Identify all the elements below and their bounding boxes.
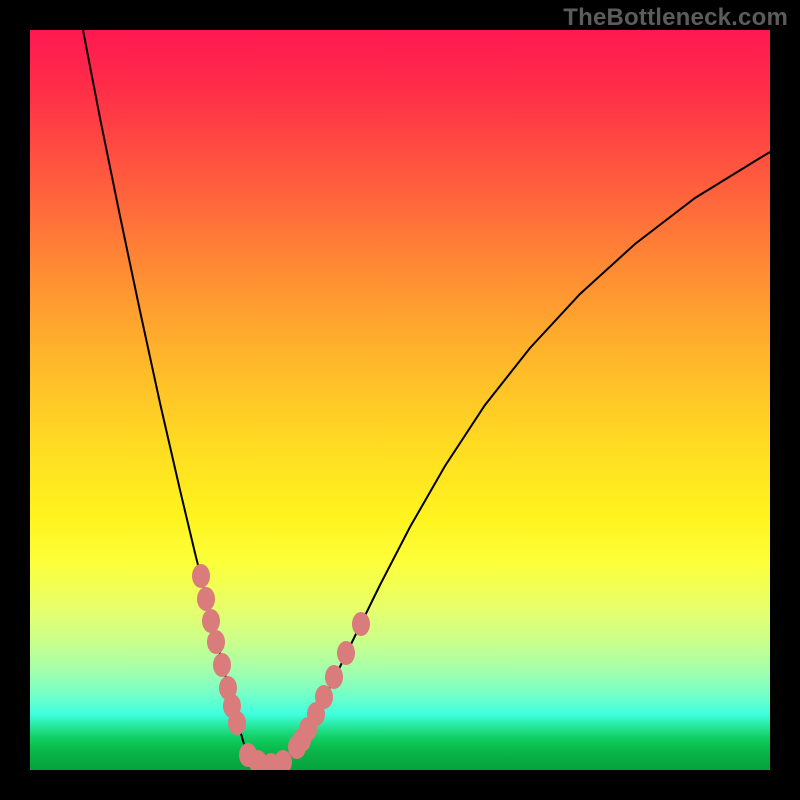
marker-left-arm bbox=[213, 653, 231, 677]
marker-left-arm bbox=[192, 564, 210, 588]
watermark-text: TheBottleneck.com bbox=[563, 4, 788, 32]
marker-left-arm bbox=[197, 587, 215, 611]
plot-area bbox=[30, 30, 770, 770]
marker-right-arm bbox=[352, 612, 370, 636]
marker-right-arm bbox=[315, 685, 333, 709]
marker-left-arm bbox=[207, 630, 225, 654]
marker-layer bbox=[30, 30, 770, 770]
marker-right-arm bbox=[325, 665, 343, 689]
marker-left-arm bbox=[228, 711, 246, 735]
chart-canvas: TheBottleneck.com bbox=[0, 0, 800, 800]
marker-right-arm bbox=[337, 641, 355, 665]
